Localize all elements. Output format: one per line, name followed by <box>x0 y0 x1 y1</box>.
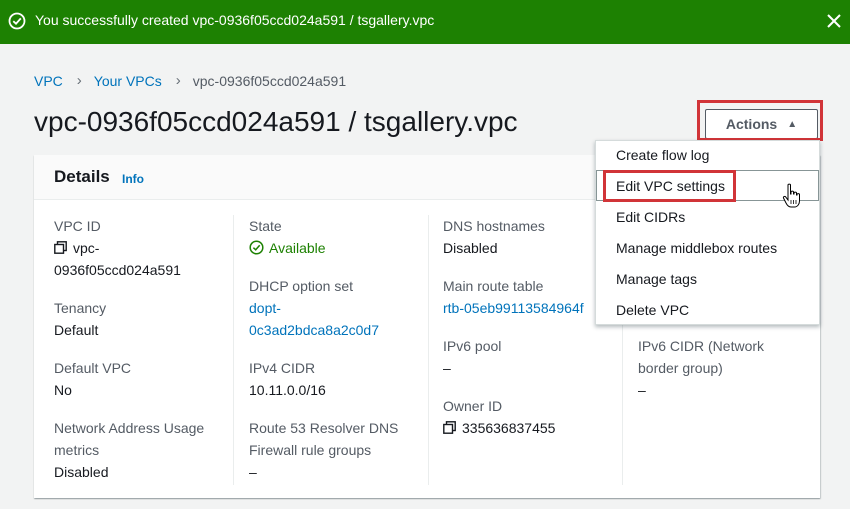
ipv4-label: IPv4 CIDR <box>249 360 316 376</box>
vpc-id-value: vpc- <box>54 237 99 259</box>
default-vpc-value: No <box>54 382 72 398</box>
flash-message: You successfully created vpc-0936f05ccd0… <box>35 12 435 28</box>
ipv4-value: 10.11.0.0/16 <box>249 382 326 398</box>
route-table-label: Main route table <box>443 278 544 294</box>
ipv6-pool-value: – <box>443 360 451 376</box>
vpc-id-line1: vpc- <box>73 240 100 256</box>
r53-value: – <box>249 464 257 480</box>
breadcrumb-current: vpc-0936f05ccd024a591 <box>192 72 347 89</box>
chevron-right-icon: › <box>76 72 82 89</box>
default-vpc-label: Default VPC <box>54 360 132 376</box>
tenancy-label: Tenancy <box>54 300 107 316</box>
owner-id-value: 335636837455 <box>443 417 555 439</box>
ipv6-cidr-label-line2: border group) <box>638 360 723 376</box>
vpc-id-label: VPC ID <box>54 218 101 234</box>
owner-id-label: Owner ID <box>443 398 503 414</box>
tenancy-value: Default <box>54 322 99 338</box>
nau-label-line2: metrics <box>54 442 100 458</box>
column-divider <box>233 215 234 485</box>
chevron-right-icon: › <box>175 72 181 89</box>
dhcp-label: DHCP option set <box>249 278 354 294</box>
menu-item-create-flow-log[interactable]: Create flow log <box>616 147 709 163</box>
menu-item-manage-tags[interactable]: Manage tags <box>616 271 697 287</box>
state-text: Available <box>269 240 326 256</box>
copy-icon[interactable] <box>54 241 67 254</box>
r53-label-line1: Route 53 Resolver DNS <box>249 420 399 436</box>
menu-item-manage-middlebox-routes[interactable]: Manage middlebox routes <box>616 240 777 256</box>
owner-id-text: 335636837455 <box>462 420 556 436</box>
state-value: Available <box>249 237 326 259</box>
menu-item-delete-vpc[interactable]: Delete VPC <box>616 302 689 318</box>
breadcrumb-vpc[interactable]: VPC <box>34 73 63 89</box>
state-label: State <box>249 218 282 234</box>
hand-cursor-icon <box>782 183 800 208</box>
nau-label-line1: Network Address Usage <box>54 420 205 436</box>
dhcp-link-line2[interactable]: 0c3ad2bdca8a2c0d7 <box>249 319 379 341</box>
page-title: vpc-0936f05ccd024a591 / tsgallery.vpc <box>34 106 518 137</box>
check-circle-icon <box>249 240 264 255</box>
menu-item-edit-cidrs[interactable]: Edit CIDRs <box>616 209 685 225</box>
breadcrumb: VPC › Your VPCs › vpc-0936f05ccd024a591 <box>34 72 346 89</box>
check-circle-icon <box>8 12 26 30</box>
copy-icon[interactable] <box>443 421 456 434</box>
highlight-box-edit-vpc-settings <box>603 170 736 202</box>
nau-value: Disabled <box>54 464 109 480</box>
success-flash-banner: You successfully created vpc-0936f05ccd0… <box>0 0 850 44</box>
ipv6-cidr-value: – <box>638 382 646 398</box>
highlight-box-actions <box>697 100 823 141</box>
info-link[interactable]: Info <box>122 172 144 186</box>
actions-dropdown-menu: Create flow log Edit VPC settings Edit C… <box>595 140 820 325</box>
vpc-id-line2: 0936f05ccd024a591 <box>54 262 181 278</box>
dns-value: Disabled <box>443 240 498 256</box>
close-icon[interactable] <box>823 10 845 32</box>
column-divider <box>428 215 429 485</box>
breadcrumb-your-vpcs[interactable]: Your VPCs <box>94 73 162 89</box>
ipv6-pool-label: IPv6 pool <box>443 338 502 354</box>
details-title: Details <box>54 167 110 186</box>
ipv6-cidr-label-line1: IPv6 CIDR (Network <box>638 338 765 354</box>
route-table-link[interactable]: rtb-05eb99113584964f <box>443 297 584 319</box>
r53-label-line2: Firewall rule groups <box>249 442 372 458</box>
dhcp-link-line1[interactable]: dopt- <box>249 297 281 319</box>
dns-label: DNS hostnames <box>443 218 545 234</box>
